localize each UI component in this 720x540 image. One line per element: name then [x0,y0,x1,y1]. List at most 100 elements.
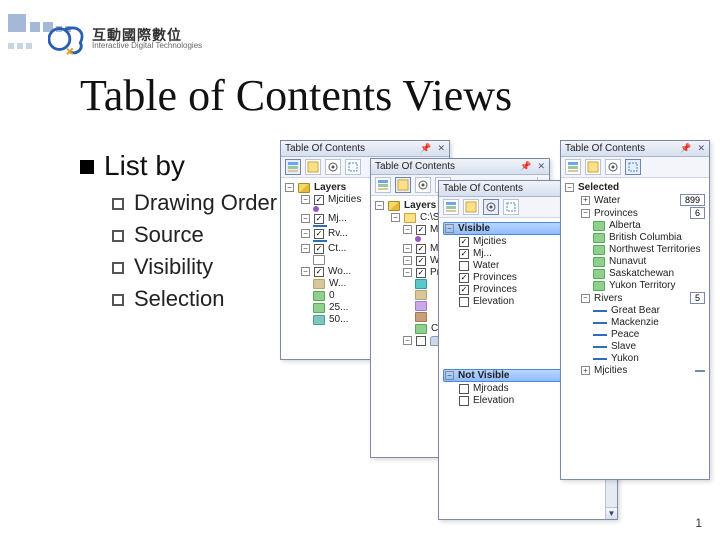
feature-label[interactable]: Saskatchewan [609,268,674,279]
swatch-icon [415,290,427,300]
feature-label[interactable]: Great Bear [611,305,660,316]
close-icon[interactable]: ✕ [437,143,445,154]
group-notvisible[interactable]: Not Visible [458,370,510,381]
checkbox[interactable]: ✓ [314,214,324,224]
feature-label[interactable]: Yukon Territory [609,280,676,291]
tool-drawing-order[interactable] [443,199,459,215]
tool-visibility[interactable] [605,159,621,175]
close-icon[interactable]: ✕ [537,161,545,172]
collapse-icon[interactable]: − [403,336,412,345]
tool-drawing-order[interactable] [565,159,581,175]
collapse-icon[interactable]: − [375,201,384,210]
checkbox[interactable]: ✓ [416,268,426,278]
tool-visibility[interactable] [483,199,499,215]
collapse-icon[interactable]: − [391,213,400,222]
panel-titlebar[interactable]: Table Of Contents 📌✕ [371,159,549,175]
layer-label[interactable]: Elevation [473,296,514,307]
pin-icon[interactable]: 📌 [680,143,691,154]
layer-label[interactable]: Mjroads [473,383,509,394]
collapse-icon[interactable]: − [445,224,454,233]
collapse-icon[interactable]: − [285,183,294,192]
checkbox[interactable]: ✓ [314,195,324,205]
collapse-icon[interactable]: − [403,244,412,253]
checkbox[interactable]: ✓ [416,225,426,235]
layer-label[interactable]: Rv... [328,228,348,239]
checkbox[interactable]: ✓ [416,244,426,254]
layer-label[interactable]: Rivers [594,293,622,304]
checkbox[interactable]: ✓ [314,244,324,254]
feature-label[interactable]: Nunavut [609,256,646,267]
feature-label[interactable]: Yukon [611,353,639,364]
tool-selection[interactable] [345,159,361,175]
layer-label[interactable]: Wo... [328,266,351,277]
tool-visibility[interactable] [415,177,431,193]
group-selected[interactable]: Selected [578,182,619,193]
collapse-icon[interactable]: − [301,267,310,276]
layer-label[interactable]: Provinces [594,208,638,219]
tool-source[interactable] [305,159,321,175]
layer-label[interactable]: Mj... [328,213,347,224]
collapse-icon[interactable]: − [565,183,574,192]
tool-selection[interactable] [625,159,641,175]
collapse-icon[interactable]: − [581,294,590,303]
checkbox[interactable] [459,396,469,406]
swatch-icon [415,301,427,311]
collapse-icon[interactable]: − [301,214,310,223]
root-label[interactable]: Layers [404,200,436,211]
checkbox[interactable]: ✓ [314,267,324,277]
feature-label[interactable]: Mackenzie [611,317,659,328]
tool-drawing-order[interactable] [375,177,391,193]
checkbox[interactable]: ✓ [416,256,426,266]
pin-icon[interactable]: 📌 [520,161,531,172]
checkbox[interactable] [416,336,426,346]
checkbox[interactable]: ✓ [459,285,469,295]
collapse-icon[interactable]: − [445,371,454,380]
collapse-icon[interactable]: + [581,196,590,205]
checkbox[interactable]: ✓ [459,237,469,247]
collapse-icon[interactable]: + [581,366,590,375]
collapse-icon[interactable]: − [301,195,310,204]
swatch-icon [313,279,325,289]
root-label[interactable]: Layers [314,182,346,193]
collapse-icon[interactable]: − [403,256,412,265]
layer-label[interactable]: Provinces [473,284,517,295]
collapse-icon[interactable]: − [403,268,412,277]
layer-label[interactable]: Elevation [473,395,514,406]
checkbox[interactable] [459,261,469,271]
layer-label[interactable]: Mjcities [473,236,506,247]
tool-drawing-order[interactable] [285,159,301,175]
layer-label[interactable]: Water [473,260,499,271]
feature-label[interactable]: Slave [611,341,636,352]
feature-label[interactable]: Peace [611,329,639,340]
collapse-icon[interactable]: − [581,209,590,218]
line-symbol [593,334,607,336]
checkbox[interactable]: ✓ [314,229,324,239]
feature-label[interactable]: British Columbia [609,232,682,243]
layer-label[interactable]: Ct... [328,243,346,254]
layer-label[interactable]: Mjcities [328,194,361,205]
panel-titlebar[interactable]: Table Of Contents 📌 ✕ [281,141,449,157]
group-visible[interactable]: Visible [458,223,490,234]
feature-label[interactable]: Alberta [609,220,641,231]
tool-visibility[interactable] [325,159,341,175]
tool-source[interactable] [585,159,601,175]
feature-label[interactable]: Northwest Territories [609,244,701,255]
panel-titlebar[interactable]: Table Of Contents 📌✕ [561,141,709,157]
layer-label[interactable]: Mj... [473,248,492,259]
checkbox[interactable]: ✓ [459,273,469,283]
tool-selection[interactable] [503,199,519,215]
tool-source[interactable] [463,199,479,215]
layer-label[interactable]: Water [594,195,620,206]
collapse-icon[interactable]: − [403,225,412,234]
scroll-down-icon[interactable]: ▼ [606,507,617,519]
pin-icon[interactable]: 📌 [420,143,431,154]
layer-label[interactable]: Provinces [473,272,517,283]
close-icon[interactable]: ✕ [697,143,705,154]
collapse-icon[interactable]: − [301,244,310,253]
layer-label[interactable]: Mjcities [594,365,627,376]
checkbox[interactable] [459,384,469,394]
checkbox[interactable] [459,297,469,307]
collapse-icon[interactable]: − [301,229,310,238]
tool-source[interactable] [395,177,411,193]
checkbox[interactable]: ✓ [459,249,469,259]
